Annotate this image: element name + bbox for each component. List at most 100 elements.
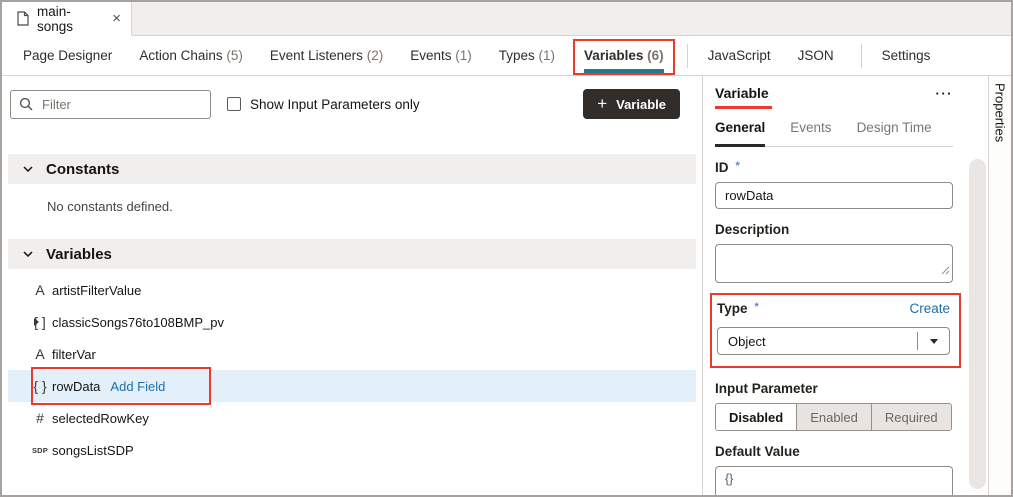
list-item-songsListSDP[interactable]: SDP songsListSDP bbox=[8, 434, 696, 466]
list-item-classicSongs76to108BMP_pv[interactable]: [ ] classicSongs76to108BMP_pv bbox=[8, 306, 696, 338]
properties-title: Variable bbox=[715, 85, 769, 101]
string-type-icon: A bbox=[35, 346, 45, 362]
nav-item-javascript[interactable]: JavaScript bbox=[708, 48, 771, 63]
properties-rail-label: Properties bbox=[992, 83, 1008, 143]
right-panel-scrollbar[interactable] bbox=[967, 76, 988, 495]
ellipsis-icon: ··· bbox=[935, 86, 953, 101]
variables-list-panel: Show Input Parameters only + Variable Co… bbox=[2, 76, 703, 495]
properties-header: Variable ··· bbox=[715, 85, 953, 109]
constants-section-title: Constants bbox=[46, 160, 120, 178]
input-parameter-required-button[interactable]: Required bbox=[870, 404, 951, 430]
tab-events[interactable]: Events bbox=[790, 120, 831, 146]
nav-item-types[interactable]: Types (1) bbox=[499, 48, 555, 63]
add-variable-label: Variable bbox=[616, 96, 666, 112]
page-navbar: Page Designer Action Chains (5) Event Li… bbox=[2, 36, 1011, 76]
active-tab-underline bbox=[584, 68, 664, 73]
properties-tabs: General Events Design Time bbox=[715, 120, 953, 147]
variable-properties-panel: Variable ··· General Events Design Time … bbox=[703, 76, 967, 495]
id-field-label: ID * bbox=[715, 160, 740, 175]
variable-name: rowData bbox=[52, 378, 101, 394]
sdp-type-icon: SDP bbox=[31, 445, 49, 455]
constants-section-header[interactable]: Constants bbox=[8, 154, 696, 184]
filter-input[interactable] bbox=[40, 95, 202, 113]
type-select-value: Object bbox=[728, 333, 766, 349]
list-item-rowData[interactable]: { } rowData Add Field bbox=[8, 367, 696, 405]
variable-name: classicSongs76to108BMP_pv bbox=[52, 314, 224, 330]
nav-count: (1) bbox=[455, 48, 472, 63]
id-field[interactable] bbox=[715, 182, 953, 209]
type-select[interactable]: Object bbox=[717, 327, 950, 355]
chevron-down-icon bbox=[23, 251, 33, 257]
required-asterisk: * bbox=[735, 160, 740, 172]
nav-count: (5) bbox=[226, 48, 243, 63]
no-constants-text: No constants defined. bbox=[47, 199, 173, 214]
variable-name: songsListSDP bbox=[52, 442, 134, 458]
annotation-variables-tab: Variables (6) bbox=[573, 38, 675, 75]
type-field-label: Type * bbox=[717, 301, 759, 316]
default-value-field[interactable]: {} bbox=[715, 466, 953, 495]
dropdown-caret-icon[interactable] bbox=[918, 338, 949, 344]
add-variable-button[interactable]: + Variable bbox=[583, 89, 680, 119]
overflow-menu-button[interactable]: ··· bbox=[936, 87, 954, 100]
variable-name: filterVar bbox=[52, 346, 96, 362]
nav-count: (6) bbox=[647, 47, 664, 63]
search-icon bbox=[19, 97, 33, 111]
expand-caret-icon[interactable] bbox=[34, 318, 39, 326]
variables-toolbar: Show Input Parameters only + Variable bbox=[2, 76, 702, 119]
variables-section-header[interactable]: Variables bbox=[8, 239, 696, 269]
description-field[interactable] bbox=[715, 244, 953, 283]
tab-general[interactable]: General bbox=[715, 120, 766, 147]
nav-divider bbox=[686, 43, 688, 68]
tab-main-songs[interactable]: main-songs × bbox=[2, 2, 132, 36]
tab-title: main-songs bbox=[37, 3, 74, 34]
variables-section-title: Variables bbox=[46, 245, 112, 263]
add-field-link[interactable]: Add Field bbox=[110, 379, 165, 394]
nav-item-json[interactable]: JSON bbox=[798, 48, 834, 63]
variables-list: A artistFilterValue [ ] classicSongs76to… bbox=[2, 269, 702, 466]
chevron-down-icon bbox=[23, 166, 33, 172]
required-asterisk: * bbox=[754, 301, 759, 313]
app-window: main-songs × Page Designer Action Chains… bbox=[0, 0, 1013, 497]
document-icon bbox=[17, 11, 29, 26]
nav-item-events[interactable]: Events (1) bbox=[410, 48, 472, 63]
type-label-row: Type * Create bbox=[717, 301, 950, 323]
annotation-type-section: Type * Create Object bbox=[710, 293, 961, 368]
show-input-params-checkbox[interactable]: Show Input Parameters only bbox=[227, 97, 420, 112]
array-type-icon: [ ] bbox=[34, 314, 46, 330]
nav-divider bbox=[860, 43, 862, 68]
input-parameter-enabled-button[interactable]: Enabled bbox=[796, 404, 871, 430]
input-parameter-toggle: Disabled Enabled Required bbox=[715, 403, 952, 431]
checkbox-icon bbox=[227, 97, 241, 111]
input-parameter-label: Input Parameter bbox=[715, 381, 818, 396]
input-parameter-disabled-button[interactable]: Disabled bbox=[716, 404, 797, 430]
nav-item-page-designer[interactable]: Page Designer bbox=[23, 48, 112, 63]
nav-item-variables[interactable]: Variables (6) bbox=[584, 48, 664, 73]
properties-rail-tab[interactable]: Properties bbox=[988, 76, 1011, 495]
variable-name: selectedRowKey bbox=[52, 410, 149, 426]
close-icon[interactable]: × bbox=[112, 11, 121, 26]
default-value-label: Default Value bbox=[715, 444, 800, 459]
nav-item-event-listeners[interactable]: Event Listeners (2) bbox=[270, 48, 383, 63]
create-type-link[interactable]: Create bbox=[909, 301, 950, 316]
nav-item-action-chains[interactable]: Action Chains (5) bbox=[139, 48, 243, 63]
number-type-icon: # bbox=[36, 410, 44, 426]
filter-input-wrapper bbox=[10, 89, 211, 119]
nav-count: (2) bbox=[366, 48, 384, 63]
list-item-selectedRowKey[interactable]: # selectedRowKey bbox=[8, 402, 696, 434]
list-item-filterVar[interactable]: A filterVar bbox=[8, 338, 696, 370]
plus-icon: + bbox=[597, 93, 608, 113]
description-field-label: Description bbox=[715, 222, 790, 237]
tab-design-time[interactable]: Design Time bbox=[857, 120, 932, 146]
default-value-text: {} bbox=[725, 472, 734, 486]
nav-item-settings[interactable]: Settings bbox=[882, 48, 931, 63]
object-type-icon: { } bbox=[33, 378, 47, 394]
checkbox-label: Show Input Parameters only bbox=[250, 96, 420, 112]
variable-name: artistFilterValue bbox=[52, 282, 142, 298]
content-area: Show Input Parameters only + Variable Co… bbox=[2, 76, 1011, 495]
string-type-icon: A bbox=[35, 282, 45, 298]
resize-handle-icon[interactable] bbox=[940, 262, 950, 280]
annotation-title-underline bbox=[715, 106, 772, 109]
nav-count: (1) bbox=[538, 48, 556, 63]
list-item-artistFilterValue[interactable]: A artistFilterValue bbox=[8, 274, 696, 306]
scrollbar-thumb[interactable] bbox=[969, 159, 986, 489]
